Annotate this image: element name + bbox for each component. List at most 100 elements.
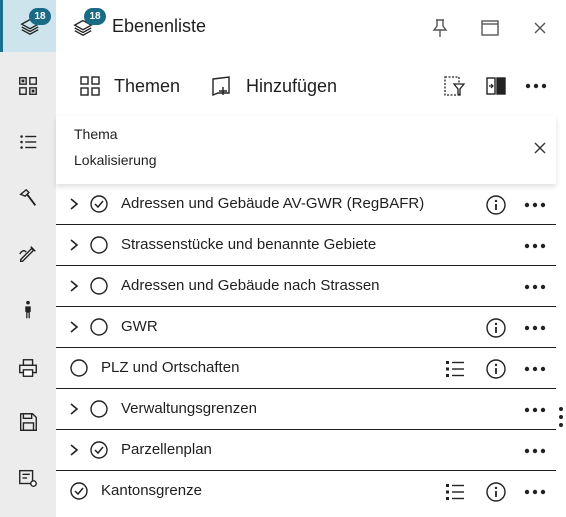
layer-row[interactable]: Adressen und Gebäude AV-GWR (RegBAFR) — [56, 184, 556, 225]
layer-info-button[interactable] — [485, 481, 507, 503]
list-icon — [20, 135, 37, 149]
layer-name: GWR — [121, 318, 158, 335]
layer-name: Verwaltungsgrenzen — [121, 400, 257, 417]
maximize-icon — [481, 20, 499, 36]
layer-toolbar: Themen Hinzufügen — [56, 64, 566, 108]
visibility-unchecked-icon[interactable] — [90, 318, 108, 336]
layer-more-button[interactable] — [523, 235, 547, 257]
header-count-badge: 18 — [84, 8, 106, 25]
layer-info-button[interactable] — [485, 317, 507, 339]
layer-name: Strassenstücke und benannte Gebiete — [121, 236, 377, 253]
add-label: Hinzufügen — [246, 75, 338, 96]
legend-icon — [446, 361, 464, 377]
layer-name: Parzellenplan — [121, 441, 212, 458]
more-icon — [524, 448, 546, 454]
layer-more-button[interactable] — [523, 440, 547, 462]
visibility-unchecked-icon[interactable] — [90, 277, 108, 295]
rail-print-button[interactable] — [0, 342, 56, 394]
layer-more-button[interactable] — [523, 358, 547, 380]
filter-localization-text: Lokalisierung — [74, 152, 157, 168]
visibility-unchecked-icon[interactable] — [70, 359, 88, 377]
more-icon — [524, 202, 546, 208]
more-icon — [525, 83, 547, 89]
visibility-unchecked-icon[interactable] — [90, 400, 108, 418]
qr-tiles-icon — [19, 77, 37, 95]
legend-icon — [446, 484, 464, 500]
toolbar-more-button[interactable] — [524, 74, 548, 98]
expand-chevron-icon[interactable] — [68, 197, 80, 211]
tool-rail: 18 — [0, 0, 56, 517]
add-layer-button[interactable]: Hinzufügen — [210, 72, 337, 100]
maximize-button[interactable] — [478, 16, 502, 40]
expand-chevron-icon[interactable] — [68, 279, 80, 293]
printer-icon — [19, 359, 37, 377]
layer-more-button[interactable] — [523, 317, 547, 339]
settings-list-icon — [19, 469, 37, 487]
layer-more-button[interactable] — [523, 194, 547, 216]
pin-icon — [432, 19, 448, 37]
rail-tiles-button[interactable] — [0, 60, 56, 112]
pencil-ruler-icon — [19, 246, 36, 263]
layer-row[interactable]: Strassenstücke und benannte Gebiete — [56, 225, 556, 266]
legend-button[interactable] — [444, 481, 466, 503]
layer-name: PLZ und Ortschaften — [101, 359, 240, 376]
close-icon — [534, 142, 546, 154]
visibility-unchecked-icon[interactable] — [90, 236, 108, 254]
layer-more-button[interactable] — [523, 276, 547, 298]
hammer-icon — [19, 188, 37, 206]
layer-name: Adressen und Gebäude AV-GWR (RegBAFR) — [121, 195, 425, 212]
expand-chevron-icon[interactable] — [68, 402, 80, 416]
layer-row[interactable]: Kantonsgrenze — [56, 471, 556, 512]
close-panel-button[interactable] — [528, 16, 552, 40]
save-icon — [19, 413, 37, 431]
themes-label: Themen — [114, 75, 181, 96]
panel-header: 18 Ebenenliste — [56, 0, 566, 56]
expand-chevron-icon[interactable] — [68, 443, 80, 457]
rail-tools-button[interactable] — [0, 172, 56, 224]
layer-info-button[interactable] — [485, 358, 507, 380]
person-icon — [25, 300, 31, 319]
layer-name: Kantonsgrenze — [101, 482, 202, 499]
layer-list: Adressen und Gebäude AV-GWR (RegBAFR) Str… — [56, 184, 556, 512]
layer-row[interactable]: GWR — [56, 307, 556, 348]
rail-draw-button[interactable] — [0, 228, 56, 280]
grid-icon — [80, 76, 100, 96]
expand-chevron-icon[interactable] — [68, 238, 80, 252]
expand-chevron-icon[interactable] — [68, 320, 80, 334]
swipe-compare-button[interactable] — [484, 74, 508, 98]
filter-map-icon — [444, 76, 465, 97]
rail-layers-button[interactable]: 18 — [0, 0, 56, 52]
panel-resize-handle[interactable] — [558, 406, 564, 428]
rail-list-button[interactable] — [0, 116, 56, 168]
layer-more-button[interactable] — [523, 481, 547, 503]
rail-settings-button[interactable] — [0, 452, 56, 504]
close-icon — [534, 22, 546, 34]
add-map-icon — [212, 76, 230, 97]
info-icon — [486, 318, 506, 338]
legend-button[interactable] — [444, 358, 466, 380]
clear-filter-button[interactable] — [530, 138, 550, 158]
drag-handle-icon — [559, 407, 563, 427]
pin-button[interactable] — [428, 16, 452, 40]
layer-row[interactable]: Verwaltungsgrenzen — [56, 389, 556, 430]
rail-save-button[interactable] — [0, 396, 56, 448]
more-icon — [524, 366, 546, 372]
layer-row[interactable]: Adressen und Gebäude nach Strassen — [56, 266, 556, 307]
info-icon — [486, 482, 506, 502]
layer-row[interactable]: Parzellenplan — [56, 430, 556, 471]
visibility-checked-icon[interactable] — [90, 195, 108, 213]
info-icon — [486, 359, 506, 379]
themes-button[interactable]: Themen — [80, 72, 180, 100]
filter-layers-button[interactable] — [442, 74, 466, 98]
more-icon — [524, 243, 546, 249]
more-icon — [524, 284, 546, 290]
layer-name: Adressen und Gebäude nach Strassen — [121, 277, 380, 294]
active-filter-box: Thema Lokalisierung — [56, 116, 556, 184]
info-icon — [486, 195, 506, 215]
visibility-checked-icon[interactable] — [70, 482, 88, 500]
layer-more-button[interactable] — [523, 399, 547, 421]
layer-info-button[interactable] — [485, 194, 507, 216]
rail-person-button[interactable] — [0, 284, 56, 336]
visibility-checked-icon[interactable] — [90, 441, 108, 459]
layer-row[interactable]: PLZ und Ortschaften — [56, 348, 556, 389]
